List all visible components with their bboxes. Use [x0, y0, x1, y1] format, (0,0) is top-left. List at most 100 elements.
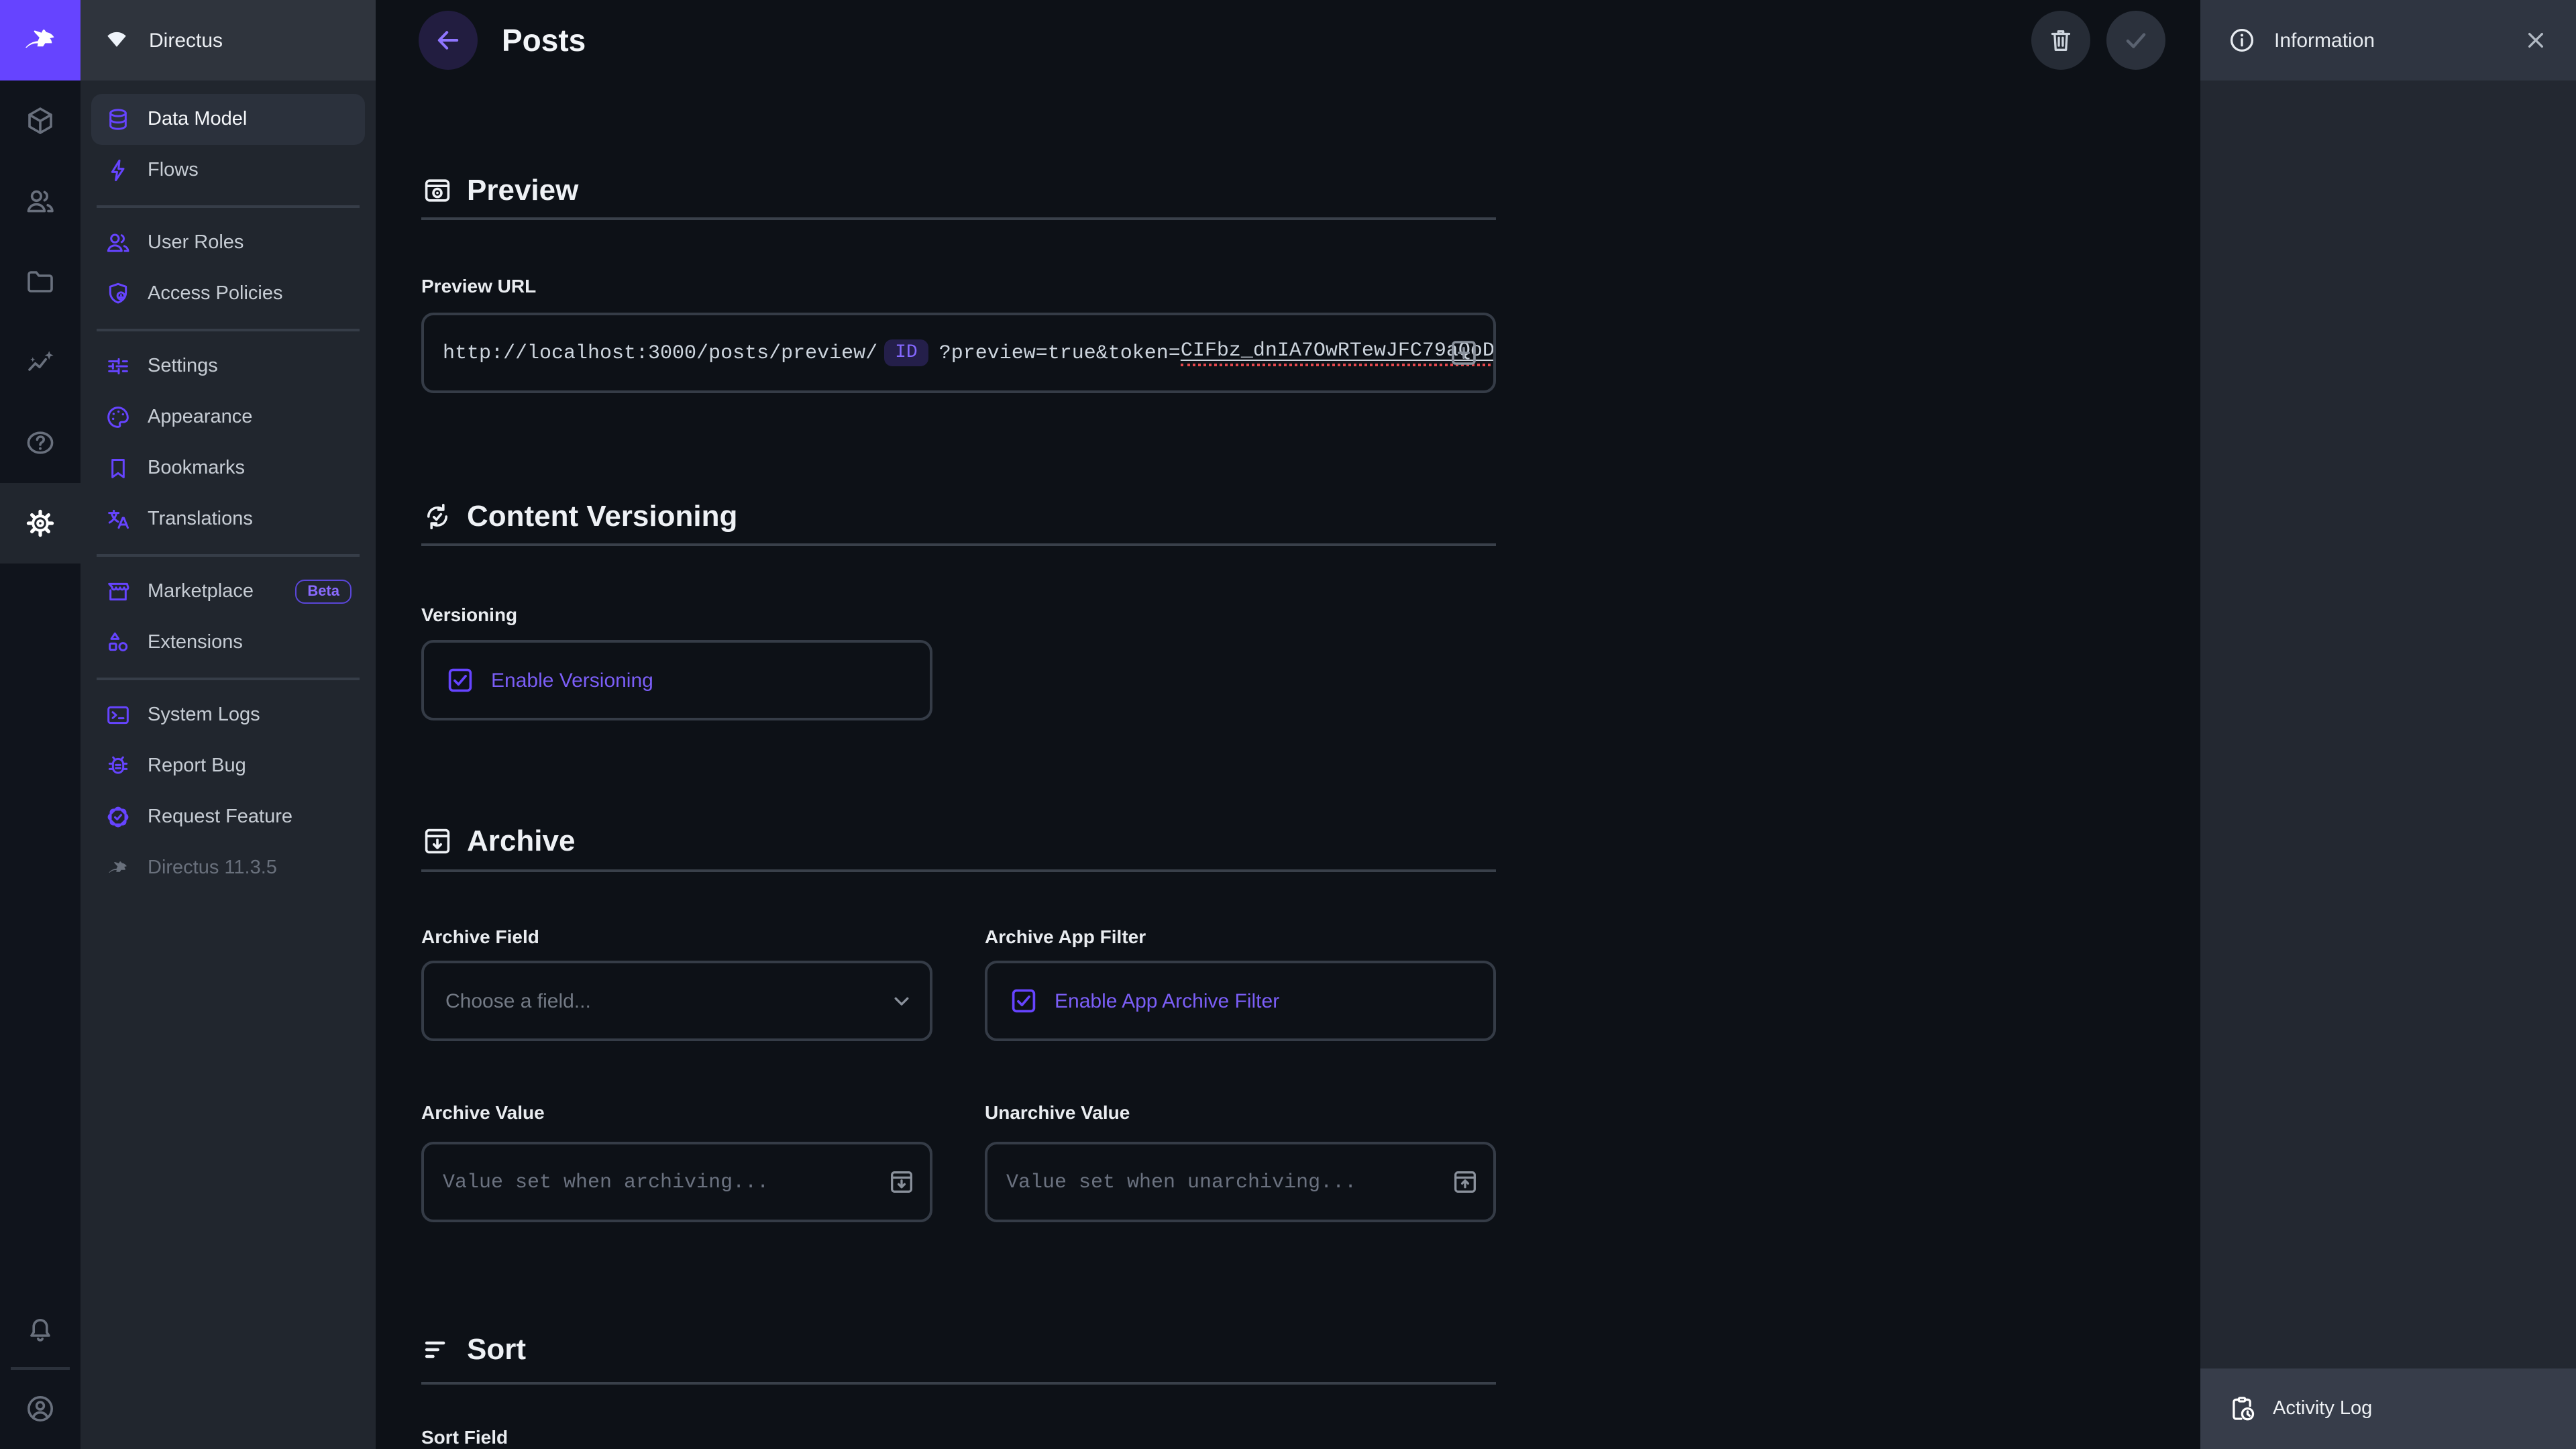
nav-item-bookmarks[interactable]: Bookmarks — [91, 443, 365, 494]
directus-logo[interactable] — [0, 0, 80, 80]
collection-setup-form: Preview Preview URL http://localhost:300… — [421, 0, 1496, 1449]
nav-item-data-model[interactable]: Data Model — [91, 94, 365, 145]
enable-versioning-toggle[interactable]: Enable Versioning — [421, 640, 932, 720]
project-fan-icon — [102, 25, 131, 55]
archive-small-icon — [887, 1167, 916, 1197]
nav-item-label: Settings — [148, 356, 218, 377]
database-icon — [105, 106, 131, 133]
module-insights-button[interactable] — [0, 322, 80, 402]
save-button[interactable] — [2106, 11, 2165, 70]
section-title: Content Versioning — [467, 499, 737, 534]
versioning-section-heading: Content Versioning — [421, 499, 737, 534]
notifications-button[interactable] — [0, 1288, 80, 1368]
settings-nav-sidebar: Directus Data Model Flows User Roles Acc… — [80, 0, 376, 1449]
nav-item-translations[interactable]: Translations — [91, 494, 365, 545]
url-query-text: ?preview=true&token= — [939, 341, 1181, 364]
enable-app-archive-filter-toggle[interactable]: Enable App Archive Filter — [985, 961, 1496, 1041]
archive-app-filter-label: Archive App Filter — [985, 926, 1146, 947]
archive-field-select[interactable]: Choose a field... — [421, 961, 932, 1041]
nav-item-label: System Logs — [148, 704, 260, 726]
module-users-button[interactable] — [0, 161, 80, 241]
module-files-button[interactable] — [0, 241, 80, 322]
nav-item-flows[interactable]: Flows — [91, 145, 365, 196]
nav-item-settings[interactable]: Settings — [91, 341, 365, 392]
terminal-icon — [105, 702, 131, 729]
unarchive-value-field — [985, 1142, 1496, 1222]
section-title: Sort — [467, 1332, 526, 1367]
version-label: Directus 11.3.5 — [148, 857, 277, 879]
nav-item-label: User Roles — [148, 232, 244, 254]
section-title: Preview — [467, 173, 578, 208]
account-circle-icon — [24, 1393, 56, 1425]
nav-item-extensions[interactable]: Extensions — [91, 617, 365, 668]
nav-item-system-logs[interactable]: System Logs — [91, 690, 365, 741]
nav-item-label: Access Policies — [148, 283, 282, 305]
module-help-button[interactable] — [0, 402, 80, 483]
nav-divider — [91, 196, 365, 217]
beta-badge: Beta — [295, 580, 352, 604]
nav-item-request-feature[interactable]: Request Feature — [91, 792, 365, 843]
module-content-button[interactable] — [0, 80, 80, 161]
nav-divider — [91, 668, 365, 690]
help-icon — [24, 427, 56, 459]
preview-url-input[interactable]: http://localhost:3000/posts/preview/ID?p… — [421, 313, 1496, 393]
nav-item-label: Report Bug — [148, 755, 246, 777]
nav-item-access-policies[interactable]: Access Policies — [91, 268, 365, 319]
people-icon — [24, 185, 56, 217]
section-title: Archive — [467, 824, 575, 859]
chevron-down-icon — [887, 986, 916, 1016]
project-name: Directus — [149, 29, 223, 52]
nav-item-label: Extensions — [148, 632, 243, 653]
bolt-icon — [105, 157, 131, 184]
rabbit-logo-icon — [19, 19, 62, 62]
preview-icon — [421, 174, 453, 207]
archive-value-input[interactable] — [424, 1144, 930, 1220]
nav-item-marketplace[interactable]: Marketplace Beta — [91, 566, 365, 617]
checkbox-checked-icon — [1009, 986, 1038, 1016]
extensions-icon — [105, 629, 131, 656]
activity-log-toggle[interactable]: Activity Log — [2200, 1368, 2576, 1449]
shield-user-icon — [105, 280, 131, 307]
select-placeholder: Choose a field... — [445, 989, 591, 1012]
module-settings-button[interactable] — [0, 483, 80, 564]
nav-item-label: Request Feature — [148, 806, 292, 828]
versioning-label: Versioning — [421, 604, 517, 625]
nav-divider — [91, 545, 365, 566]
nav-item-user-roles[interactable]: User Roles — [91, 217, 365, 268]
nav-item-label: Data Model — [148, 109, 247, 130]
nav-item-label: Bookmarks — [148, 458, 245, 479]
checkbox-label: Enable App Archive Filter — [1055, 989, 1279, 1012]
settings-nav-list: Data Model Flows User Roles Access Polic… — [80, 80, 376, 894]
add-box-icon[interactable] — [1448, 337, 1480, 369]
project-header[interactable]: Directus — [80, 0, 376, 80]
module-bar — [0, 0, 80, 1449]
published-with-changes-icon — [421, 500, 453, 533]
bookmark-icon — [105, 455, 131, 482]
nav-item-report-bug[interactable]: Report Bug — [91, 741, 365, 792]
archive-value-field — [421, 1142, 932, 1222]
verified-badge-icon — [105, 804, 131, 830]
folder-icon — [24, 266, 56, 298]
delete-collection-button[interactable] — [2031, 11, 2090, 70]
archive-section-heading: Archive — [421, 824, 575, 859]
settings-gear-icon — [24, 507, 56, 539]
section-divider — [421, 869, 1496, 872]
trash-icon — [2046, 25, 2076, 55]
section-divider — [421, 217, 1496, 220]
nav-item-label: Marketplace — [148, 581, 254, 602]
checkbox-checked-icon — [445, 665, 475, 695]
activity-log-icon — [2227, 1394, 2257, 1424]
notifications-bell-icon — [24, 1312, 56, 1344]
cube-icon — [24, 105, 56, 137]
unarchive-small-icon — [1450, 1167, 1480, 1197]
close-icon[interactable] — [2522, 27, 2549, 54]
account-button[interactable] — [0, 1368, 80, 1449]
id-variable-chip[interactable]: ID — [884, 339, 928, 366]
unarchive-value-input[interactable] — [987, 1144, 1493, 1220]
checkbox-label: Enable Versioning — [491, 669, 653, 692]
nav-version: Directus 11.3.5 — [91, 843, 365, 894]
nav-item-appearance[interactable]: Appearance — [91, 392, 365, 443]
unarchive-value-label: Unarchive Value — [985, 1102, 1130, 1123]
archive-icon — [421, 825, 453, 857]
info-icon — [2227, 25, 2257, 55]
